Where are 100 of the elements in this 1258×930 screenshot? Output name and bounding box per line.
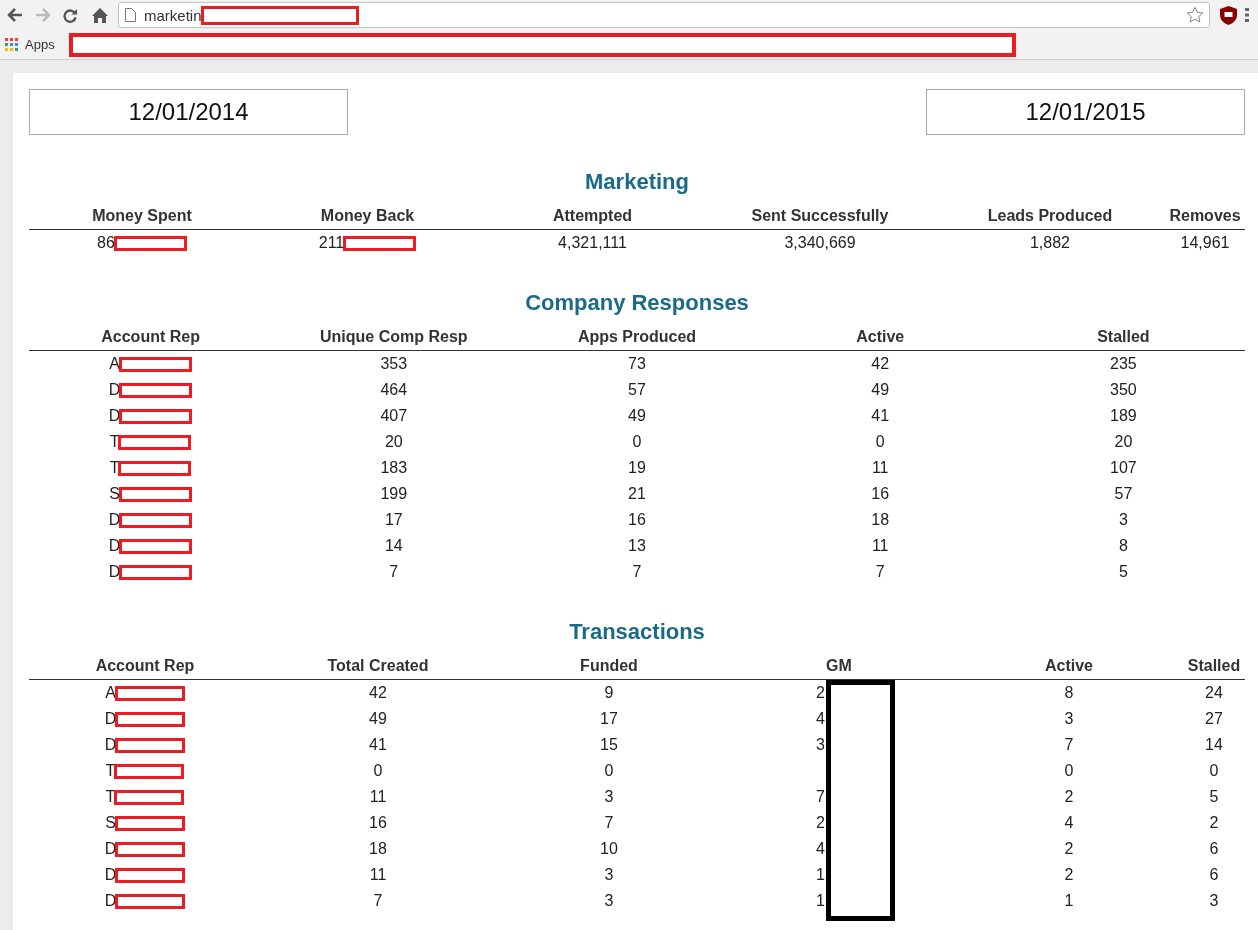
apps-icon[interactable]: [5, 38, 18, 51]
redaction-box: [114, 789, 185, 805]
table-cell-text: 16: [871, 484, 890, 504]
table-cell-text: 57: [1114, 484, 1133, 504]
redaction-box: [115, 737, 186, 753]
column-header: Stalled: [1186, 656, 1242, 676]
table-cell-text: 107: [1110, 458, 1137, 478]
table-cell-text: 211: [318, 233, 345, 253]
table-cell-text: T: [109, 458, 120, 478]
table-cell-text: 7: [604, 813, 614, 833]
redaction-box: [115, 867, 186, 883]
table-cell-text: 49: [628, 406, 646, 426]
table-cell-text: 7: [1064, 735, 1074, 755]
table-cell-text: 2: [1064, 865, 1074, 885]
table-cell-text: 4,321,111: [558, 233, 627, 253]
table-cell-text: 183: [380, 458, 408, 478]
reload-icon[interactable]: [63, 7, 78, 23]
column-header: Account Rep: [100, 327, 201, 347]
table-cell-text: 2: [1064, 787, 1074, 807]
table-cell-text: 57: [628, 380, 646, 400]
table-cell-text: 1: [1064, 891, 1074, 911]
table-cell-text: 18: [871, 510, 890, 530]
table-cell-text: D: [104, 735, 117, 755]
table-cell-text: 6: [1209, 839, 1219, 859]
table-cell-text: 350: [1110, 380, 1137, 400]
shield-icon[interactable]: [1220, 5, 1237, 25]
table-cell-text: 2: [1209, 813, 1219, 833]
table-cell-text: 3: [1118, 510, 1128, 530]
column-header: Active: [1044, 656, 1094, 676]
table-cell-text: 8: [1118, 536, 1128, 556]
table-cell-text: 0: [604, 761, 614, 781]
star-icon[interactable]: [1186, 6, 1204, 24]
table-cell-text: 0: [1064, 761, 1074, 781]
back-icon[interactable]: [7, 8, 23, 22]
table-cell-text: S: [105, 813, 116, 833]
table-cell-text: 4: [1064, 813, 1074, 833]
table-cell-text: 49: [369, 709, 387, 729]
table-cell-text: 7: [816, 787, 825, 807]
home-icon[interactable]: [92, 7, 108, 23]
date-field[interactable]: 12/01/2015: [926, 89, 1245, 135]
table-cell-text: A: [105, 683, 116, 703]
table-cell-text: 11: [369, 787, 387, 807]
table-cell-text: 19: [628, 458, 646, 478]
table-cell-text: 27: [1205, 709, 1223, 729]
table-cell-text: 1: [816, 865, 825, 885]
table-cell-text: 3: [1064, 709, 1074, 729]
table-cell-text: 7: [875, 562, 885, 582]
column-header: Funded: [579, 656, 639, 676]
table-cell-text: 10: [600, 839, 618, 859]
table-cell-text: 1: [816, 891, 825, 911]
column-header: Active: [855, 327, 906, 347]
table-cell-text: 2: [1064, 839, 1074, 859]
address-bar[interactable]: marketin: [118, 2, 1210, 28]
table-cell-text: 15: [600, 735, 618, 755]
table-cell-text: 0: [373, 761, 383, 781]
redaction-box: [114, 685, 185, 701]
table-cell-text: 464: [380, 380, 408, 400]
table-cell-text: 16: [369, 813, 387, 833]
section-title: Company Responses: [524, 291, 750, 315]
table-cell-text: 353: [380, 354, 408, 374]
table-cell-text: D: [108, 536, 121, 556]
table-cell-text: 199: [380, 484, 408, 504]
redaction-box: [115, 841, 186, 857]
menu-icon[interactable]: [1245, 8, 1249, 22]
table-cell-text: D: [104, 891, 117, 911]
table-cell-text: 1,882: [1029, 233, 1070, 253]
table-cell-text: 17: [384, 510, 403, 530]
table-cell-text: 13: [628, 536, 646, 556]
table-cell-text: 0: [875, 432, 885, 452]
bookmark-link[interactable]: Apps: [25, 34, 55, 55]
table-cell-text: T: [105, 787, 116, 807]
column-header: Account Rep: [94, 656, 196, 676]
table-cell-text: 9: [604, 683, 614, 703]
table-cell-text: 7: [632, 562, 642, 582]
column-header: Removes: [1168, 206, 1242, 226]
table-cell-text: D: [108, 510, 121, 530]
date-field[interactable]: 12/01/2014: [29, 89, 348, 135]
table-cell-text: 21: [628, 484, 646, 504]
table-cell-text: 17: [600, 709, 618, 729]
redaction-box: [115, 893, 186, 909]
table-cell-text: 6: [1209, 865, 1219, 885]
table-cell-text: 5: [1209, 787, 1219, 807]
table-cell-text: D: [104, 865, 117, 885]
table-cell-text: T: [105, 761, 116, 781]
table-cell-text: 16: [628, 510, 646, 530]
table-cell-text: 189: [1110, 406, 1137, 426]
redaction-box: [114, 763, 185, 779]
table-cell-text: 4: [816, 709, 825, 729]
table-cell-text: 49: [871, 380, 890, 400]
table-cell-text: 2: [816, 813, 825, 833]
table-cell-text: 0: [632, 432, 642, 452]
column-header: Attempted: [551, 206, 634, 226]
column-header: Unique Comp Resp: [319, 327, 469, 347]
table-cell-text: A: [109, 354, 120, 374]
url-text: marketin: [144, 7, 202, 23]
table-cell-text: 4: [816, 839, 825, 859]
table-cell-text: 0: [1209, 761, 1219, 781]
table-cell-text: 407: [380, 406, 408, 426]
table-cell-text: D: [108, 562, 121, 582]
table-cell-text: 2: [816, 683, 825, 703]
